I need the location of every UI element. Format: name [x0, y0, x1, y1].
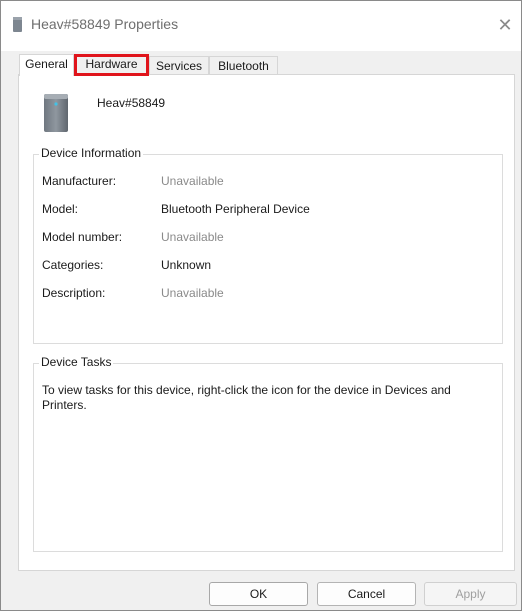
device-tasks-title: Device Tasks	[39, 355, 114, 369]
window-title: Heav#58849 Properties	[31, 16, 179, 32]
ok-button[interactable]: OK	[209, 582, 308, 606]
device-name: Heav#58849	[97, 96, 166, 110]
tab-general[interactable]: General	[19, 54, 74, 76]
tab-bluetooth-label: Bluetooth	[218, 59, 269, 73]
tab-hardware-label: Hardware	[85, 57, 138, 71]
tab-general-label: General	[25, 57, 68, 71]
description-label: Description:	[42, 286, 106, 300]
cancel-button[interactable]: Cancel	[317, 582, 416, 606]
device-tower-icon	[44, 94, 68, 132]
device-icon	[13, 17, 22, 32]
model-number-label: Model number:	[42, 230, 123, 244]
properties-window: Heav#58849 Properties ✕ General Hardware…	[0, 0, 522, 611]
close-icon[interactable]: ✕	[497, 16, 513, 34]
tab-services-label: Services	[155, 59, 202, 73]
model-label: Model:	[42, 202, 79, 216]
title-bar[interactable]: Heav#58849 Properties ✕	[1, 1, 521, 51]
tab-services[interactable]: Services	[149, 56, 209, 75]
device-tasks-description: To view tasks for this device, right-cli…	[42, 383, 451, 412]
categories-label: Categories:	[42, 258, 104, 272]
tab-hardware[interactable]: Hardware	[74, 54, 149, 76]
apply-button[interactable]: Apply	[424, 582, 517, 606]
model-number-value: Unavailable	[161, 230, 224, 244]
description-value: Unavailable	[161, 286, 224, 300]
manufacturer-value: Unavailable	[161, 174, 224, 188]
device-information-title: Device Information	[39, 146, 144, 160]
model-value: Bluetooth Peripheral Device	[161, 202, 310, 216]
tab-bluetooth[interactable]: Bluetooth	[209, 56, 278, 75]
categories-value: Unknown	[161, 258, 212, 272]
manufacturer-label: Manufacturer:	[42, 174, 117, 188]
